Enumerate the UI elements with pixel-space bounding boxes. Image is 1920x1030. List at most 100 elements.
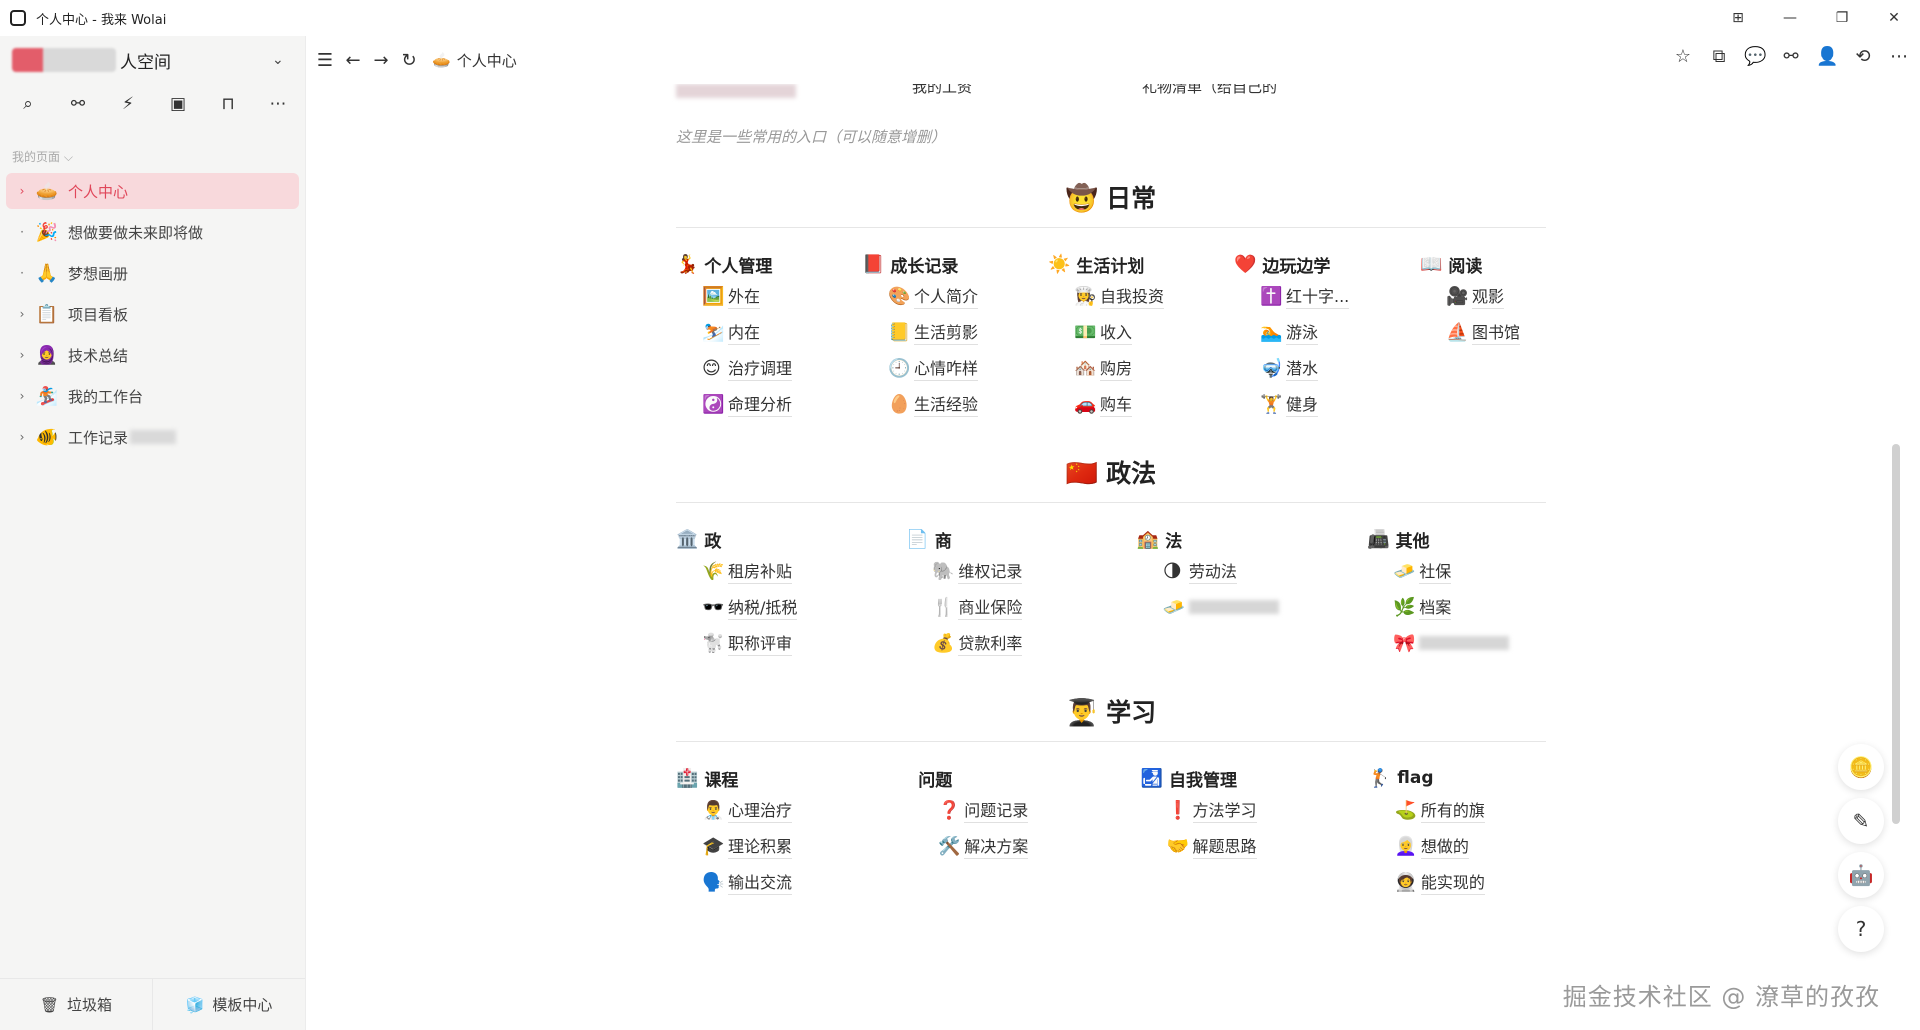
space-switcher[interactable]: 人空间 ⌄ bbox=[0, 36, 305, 84]
page-link[interactable]: 🤿 潜水 bbox=[1234, 350, 1420, 386]
page-link[interactable]: 🥚 生活经验 bbox=[862, 386, 1048, 422]
menu-icon[interactable]: ☰ bbox=[316, 50, 334, 71]
page-link[interactable]: 📒 生活剪影 bbox=[862, 314, 1048, 350]
page-link[interactable]: 🏊 游泳 bbox=[1234, 314, 1420, 350]
page-link[interactable]: 🐘 维权记录 bbox=[906, 553, 1136, 589]
expand-arrow-icon[interactable]: › bbox=[14, 389, 30, 403]
coin-icon[interactable]: 🪙 bbox=[1838, 744, 1884, 790]
column-heading[interactable]: 📠 其他 bbox=[1367, 525, 1546, 553]
page-link[interactable]: ☯️ 命理分析 bbox=[676, 386, 862, 422]
my-pages-label[interactable]: 我的页面 ⌵ bbox=[12, 148, 305, 165]
minimize-button[interactable]: — bbox=[1764, 0, 1816, 36]
expand-arrow-icon[interactable]: › bbox=[14, 430, 30, 444]
column-heading[interactable]: ☀️ 生活计划 bbox=[1048, 250, 1234, 278]
expand-arrow-icon[interactable]: › bbox=[14, 307, 30, 321]
page-link[interactable]: 🧈 bbox=[1137, 589, 1367, 625]
column-heading[interactable]: 🏛️ 政 bbox=[676, 525, 906, 553]
page-link[interactable]: 👩‍🍳 自我投资 bbox=[1048, 278, 1234, 314]
page-link[interactable]: 🎨 个人简介 bbox=[862, 278, 1048, 314]
partial-link[interactable]: 礼物清单（给自己的 bbox=[1142, 84, 1277, 97]
page-link[interactable]: 🎀 bbox=[1367, 625, 1546, 661]
page-link[interactable]: 🧈 社保 bbox=[1367, 553, 1546, 589]
comment-icon[interactable]: 💬 bbox=[1744, 46, 1766, 67]
template-center-button[interactable]: 🧊 模板中心 bbox=[153, 979, 305, 1030]
scrollbar[interactable] bbox=[1892, 444, 1900, 824]
more-icon[interactable]: ⋯ bbox=[266, 92, 290, 116]
page-link[interactable]: 🌗 劳动法 bbox=[1137, 553, 1367, 589]
history-icon[interactable]: ⟲ bbox=[1852, 46, 1874, 67]
page-link[interactable]: ⛳ 所有的旗 bbox=[1369, 792, 1546, 828]
column-heading[interactable]: 💃 个人管理 bbox=[676, 250, 862, 278]
page-link[interactable]: 🕶️ 纳税/抵税 bbox=[676, 589, 906, 625]
column-heading[interactable]: 🏌️ flag bbox=[1369, 764, 1546, 792]
expand-arrow-icon[interactable]: › bbox=[14, 184, 30, 198]
page-link[interactable]: 🗣️ 输出交流 bbox=[676, 864, 912, 900]
page-link[interactable]: ⛷️ 内在 bbox=[676, 314, 862, 350]
sidebar-item-tech-summary[interactable]: › 🧕 技术总结 bbox=[6, 337, 299, 373]
share-user-icon[interactable]: 👤 bbox=[1816, 46, 1838, 67]
column-heading[interactable]: 问题 bbox=[912, 764, 1140, 792]
help-icon[interactable]: ? bbox=[1838, 906, 1884, 952]
page-link[interactable]: 💵 收入 bbox=[1048, 314, 1234, 350]
column-heading[interactable]: 📖 阅读 bbox=[1420, 250, 1540, 278]
partial-link[interactable]: 我的工资 bbox=[912, 84, 972, 97]
back-icon[interactable]: ← bbox=[344, 50, 362, 71]
refresh-icon[interactable]: ↻ bbox=[400, 50, 418, 71]
page-link[interactable]: 🏘️ 购房 bbox=[1048, 350, 1234, 386]
edit-icon[interactable]: ✎ bbox=[1838, 798, 1884, 844]
layout-icon[interactable]: ⊞ bbox=[1712, 0, 1764, 36]
sidebar-item-todo[interactable]: · 🎉 想做要做未来即将做 bbox=[6, 214, 299, 250]
page-link[interactable]: 🍴 商业保险 bbox=[906, 589, 1136, 625]
page-link[interactable]: 🎥 观影 bbox=[1420, 278, 1540, 314]
column-heading[interactable]: 📕 成长记录 bbox=[862, 250, 1048, 278]
sidebar-item-dream-album[interactable]: · 🙏 梦想画册 bbox=[6, 255, 299, 291]
breadcrumb[interactable]: 🥧 个人中心 bbox=[432, 50, 517, 71]
page-link[interactable]: 🐩 职称评审 bbox=[676, 625, 906, 661]
page-link[interactable]: 👩‍🦳 想做的 bbox=[1369, 828, 1546, 864]
column-heading[interactable]: 📄 商 bbox=[906, 525, 1136, 553]
page-link[interactable]: 😊 治疗调理 bbox=[676, 350, 862, 386]
sidebar-item-workbench[interactable]: › 🏂 我的工作台 bbox=[6, 378, 299, 414]
page-link[interactable]: 🤝 解题思路 bbox=[1141, 828, 1369, 864]
inbox-icon[interactable]: ⊓ bbox=[216, 92, 240, 116]
link-label: 心理治疗 bbox=[728, 797, 793, 823]
maximize-button[interactable]: ❐ bbox=[1816, 0, 1868, 36]
graph-icon[interactable]: ⚯ bbox=[66, 92, 90, 116]
close-button[interactable]: ✕ bbox=[1868, 0, 1920, 36]
column-heading[interactable]: 🛃 自我管理 bbox=[1141, 764, 1369, 792]
layout-icon[interactable]: ▣ bbox=[166, 92, 190, 116]
page-link[interactable]: 🛠️ 解决方案 bbox=[912, 828, 1140, 864]
page-link[interactable]: 💰 贷款利率 bbox=[906, 625, 1136, 661]
ai-icon[interactable]: 🤖 bbox=[1838, 852, 1884, 898]
link-label: 档案 bbox=[1419, 594, 1452, 620]
page-link[interactable]: 🌾 租房补贴 bbox=[676, 553, 906, 589]
search-icon[interactable]: ⌕ bbox=[16, 92, 40, 116]
page-link[interactable]: ⛵ 图书馆 bbox=[1420, 314, 1540, 350]
column-heading[interactable]: ❤️ 边玩边学 bbox=[1234, 250, 1420, 278]
page-link[interactable]: 👨‍⚕️ 心理治疗 bbox=[676, 792, 912, 828]
page-link[interactable]: 🧑‍🚀 能实现的 bbox=[1369, 864, 1546, 900]
column-heading[interactable]: 🏥 课程 bbox=[676, 764, 912, 792]
more-icon[interactable]: ⋯ bbox=[1888, 46, 1910, 67]
trash-button[interactable]: 🗑 垃圾箱 bbox=[0, 979, 153, 1030]
chevron-down-icon[interactable]: ⌄ bbox=[272, 52, 284, 68]
column-heading[interactable]: 🏫 法 bbox=[1137, 525, 1367, 553]
expand-arrow-icon[interactable]: › bbox=[14, 348, 30, 362]
sidebar-item-work-log[interactable]: › 🐠 工作记录 bbox=[6, 419, 299, 455]
graph-icon[interactable]: ⚯ bbox=[1780, 46, 1802, 67]
star-icon[interactable]: ☆ bbox=[1672, 46, 1694, 67]
lightning-icon[interactable]: ⚡ bbox=[116, 92, 140, 116]
page-link[interactable]: 🚗 购车 bbox=[1048, 386, 1234, 422]
forward-icon[interactable]: → bbox=[372, 50, 390, 71]
page-link[interactable]: ✝️ 红十字... bbox=[1234, 278, 1420, 314]
page-link[interactable]: ❗ 方法学习 bbox=[1141, 792, 1369, 828]
present-icon[interactable]: ⧉ bbox=[1708, 46, 1730, 67]
page-link[interactable]: ❓ 问题记录 bbox=[912, 792, 1140, 828]
page-link[interactable]: 🏋️ 健身 bbox=[1234, 386, 1420, 422]
page-link[interactable]: 🖼️ 外在 bbox=[676, 278, 862, 314]
sidebar-item-project-board[interactable]: › 📋 项目看板 bbox=[6, 296, 299, 332]
page-link[interactable]: 🌿 档案 bbox=[1367, 589, 1546, 625]
page-link[interactable]: 🕘 心情咋样 bbox=[862, 350, 1048, 386]
page-link[interactable]: 🎓 理论积累 bbox=[676, 828, 912, 864]
sidebar-item-personal-center[interactable]: › 🥧 个人中心 bbox=[6, 173, 299, 209]
